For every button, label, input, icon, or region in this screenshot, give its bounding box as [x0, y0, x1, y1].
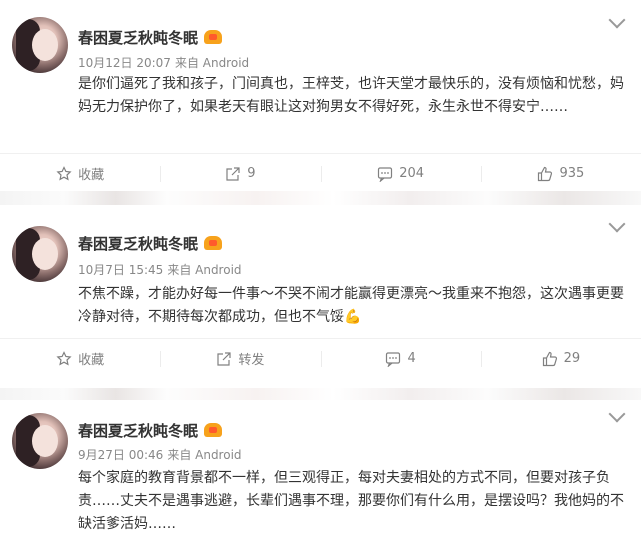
chevron-down-icon[interactable]: [608, 11, 626, 29]
avatar[interactable]: [12, 17, 68, 73]
vip-crown-icon: [204, 236, 223, 250]
repost-button[interactable]: 转发: [160, 339, 320, 378]
post-time[interactable]: 10月7日 15:45: [78, 263, 163, 277]
chevron-down-icon[interactable]: [608, 405, 626, 423]
repost-count: 9: [247, 166, 256, 181]
comment-count: 204: [399, 166, 425, 181]
like-button[interactable]: 29: [480, 339, 641, 378]
username[interactable]: 春困夏乏秋盹冬眠: [78, 233, 223, 254]
post-content: 不焦不躁，才能办好每一件事～不哭不闹才能赢得更漂亮～我重来不抱怨，这次遇事更要冷…: [78, 286, 624, 325]
like-count: 935: [559, 166, 585, 181]
favorite-button[interactable]: 收藏: [0, 154, 160, 193]
image-strip: [0, 191, 641, 205]
username-text[interactable]: 春困夏乏秋盹冬眠: [78, 29, 198, 47]
username-text[interactable]: 春困夏乏秋盹冬眠: [78, 422, 198, 440]
comment-icon: [386, 351, 401, 367]
chevron-down-icon[interactable]: [608, 215, 626, 233]
action-bar: 收藏 9 204 935: [0, 153, 641, 193]
comment-icon: [378, 166, 393, 182]
username[interactable]: 春困夏乏秋盹冬眠: [78, 27, 223, 48]
share-icon: [226, 166, 240, 181]
vip-crown-icon: [204, 30, 223, 44]
vip-crown-icon: [204, 423, 223, 437]
weibo-post: 春困夏乏秋盹冬眠 10月7日 15:45 来自 Android 不焦不躁，才能办好…: [0, 205, 641, 388]
post-meta: 10月7日 15:45 来自 Android: [78, 261, 242, 278]
post-meta: 9月27日 00:46 来自 Android: [78, 446, 242, 463]
like-count: 29: [563, 351, 581, 366]
favorite-label: 收藏: [78, 353, 105, 368]
like-button[interactable]: 935: [480, 154, 641, 193]
post-meta: 10月12日 20:07 来自 Android: [78, 54, 249, 71]
post-source: 来自 Android: [174, 56, 250, 70]
avatar[interactable]: [12, 226, 68, 282]
post-content: 每个家庭的教育背景都不一样，但三观得正，每对夫妻相处的方式不同，但要对孩子负责……: [78, 470, 624, 532]
post-source: 来自 Android: [167, 448, 242, 462]
weibo-post: 春困夏乏秋盹冬眠 9月27日 00:46 来自 Android 每个家庭的教育背景…: [0, 400, 641, 544]
thumbs-up-icon: [542, 351, 557, 366]
username-text[interactable]: 春困夏乏秋盹冬眠: [78, 235, 198, 253]
share-icon: [217, 351, 231, 366]
action-bar: 收藏 转发 4 29: [0, 338, 641, 378]
weibo-post: 春困夏乏秋盹冬眠 10月12日 20:07 来自 Android 是你们逼死了我和…: [0, 0, 641, 191]
post-time[interactable]: 10月12日 20:07: [78, 56, 171, 70]
star-icon: [56, 165, 72, 180]
username[interactable]: 春困夏乏秋盹冬眠: [78, 420, 223, 441]
star-icon: [56, 350, 72, 365]
image-strip: [0, 388, 641, 400]
favorite-label: 收藏: [78, 168, 105, 183]
comment-button[interactable]: 4: [320, 339, 481, 378]
post-time[interactable]: 9月27日 00:46: [78, 448, 163, 462]
avatar[interactable]: [12, 413, 68, 469]
repost-label: 转发: [238, 353, 265, 368]
comment-button[interactable]: 204: [320, 154, 481, 193]
repost-button[interactable]: 9: [160, 154, 320, 193]
post-source: 来自 Android: [167, 263, 242, 277]
comment-count: 4: [407, 351, 416, 366]
thumbs-up-icon: [538, 166, 553, 181]
favorite-button[interactable]: 收藏: [0, 339, 160, 378]
post-content: 是你们逼死了我和孩子，门间真也，王梓芠，也许天堂才最快乐的，没有烦恼和忧愁，妈妈…: [78, 76, 624, 115]
